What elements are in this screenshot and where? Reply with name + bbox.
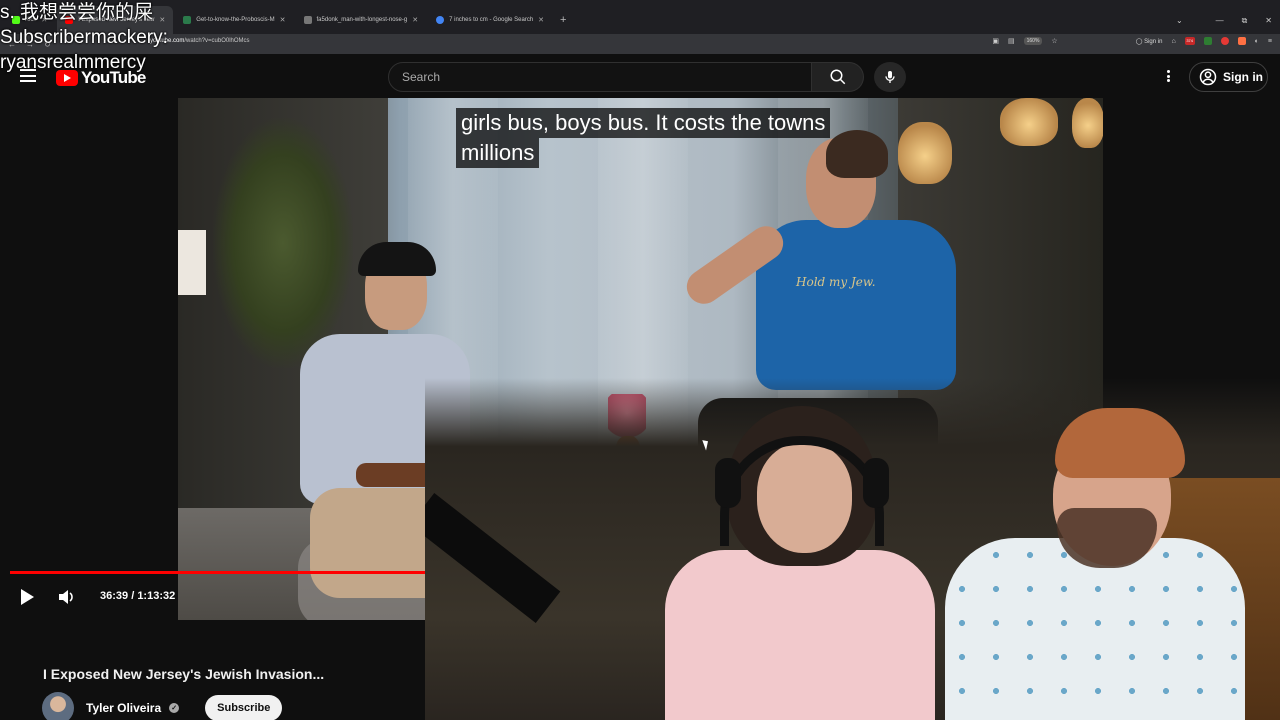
current-time: 36:39 [100,590,129,602]
extension-puzzle-icon[interactable]: ⌂ [1171,38,1175,45]
video-scene-lamp [1072,98,1103,148]
overlay-line: Subscribermackery: [0,27,168,48]
toolbar-right: ▣ ▤ 160% ☆ ◯ Sign in ⌂ 374 ◐ ≡ [992,37,1272,45]
reader-icon[interactable]: ▤ [1008,37,1015,45]
channel-row: Tyler Oliveira ✓ Subscribe [42,692,283,720]
person-shirt [665,550,935,720]
bookmark-star-icon[interactable]: ☆ [1051,37,1057,45]
webcam-overlay [425,378,1280,720]
browser-signin-label: Sign in [1144,38,1163,45]
url-path: /watch?v=cubO0lhOMcs [184,38,250,44]
microphone-icon [885,71,895,83]
tab-label: fa5donk_man-with-longest-nose-g [316,17,408,23]
duration: 1:13:32 [137,590,176,602]
search-bar: Search [388,62,864,92]
browser-toolbar: ← → ↻ youtube.com/watch?v=cubO0lhOMcs ▣ … [0,34,1280,54]
browser-tab-google[interactable]: 7 inches to cm - Google Search ✕ [428,6,552,34]
person-shirt: Hold my Jew. [756,220,956,390]
channel-name[interactable]: Tyler Oliveira [86,701,161,715]
time-separator: / [128,590,138,602]
search-button[interactable] [812,62,864,92]
settings-more-icon[interactable] [1161,68,1175,84]
extension-badge-icon[interactable]: 374 [1184,37,1195,45]
play-icon[interactable] [18,588,36,606]
shirt-text: Hold my Jew. [796,275,876,289]
youtube-header: YouTube Search Sign in [0,54,1280,98]
sign-in-button[interactable]: Sign in [1189,62,1268,92]
tab-search-chevron-icon[interactable]: ⌄ [1176,16,1183,25]
tab-label: Get-to-know-the-Proboscis-M [196,17,275,23]
video-scene-lamp [1000,98,1058,146]
tab-close-icon[interactable]: ✕ [538,16,544,24]
extension-icon[interactable] [1203,37,1212,45]
window-controls: — ⧉ ✕ [1216,16,1272,26]
headphone-cup [715,458,741,508]
browser-tab-proboscis[interactable]: Get-to-know-the-Proboscis-M ✕ [175,6,293,34]
page-favicon-icon [183,16,192,24]
sign-in-label: Sign in [1223,70,1263,84]
verified-check-icon: ✓ [169,703,180,713]
profile-icon[interactable]: ◐ [1255,38,1259,45]
subscribe-button[interactable]: Subscribe [205,695,283,720]
webcam-mic-arm [425,492,561,624]
person-hair [826,130,888,178]
volume-icon[interactable] [56,587,76,607]
caption-line: girls bus, boys bus. It costs the towns [456,108,831,138]
google-favicon-icon [436,16,445,24]
voice-search-button[interactable] [874,62,906,92]
new-tab-button[interactable]: + [554,6,572,34]
person-hair [1055,408,1185,478]
browser-tab-strip: Kick ✕ I Exposed New Jersey's Jew ✕ Get-… [0,0,1280,34]
zoom-level[interactable]: 160% [1023,37,1043,45]
headphone-cup [863,458,889,508]
extension-icon[interactable] [1220,37,1229,45]
person-cap [358,242,436,276]
account-circle-icon [1199,68,1217,86]
video-timecode: 36:39 / 1:13:32 [100,590,175,602]
video-scene-lamp [178,230,206,295]
video-title: I Exposed New Jersey's Jewish Invasion..… [43,666,325,682]
search-icon [830,69,845,85]
restore-icon[interactable]: ⧉ [1242,16,1248,26]
browser-tab-longest-nose[interactable]: fa5donk_man-with-longest-nose-g ✕ [296,6,427,34]
search-input[interactable]: Search [388,62,812,92]
screenshot-icon[interactable]: ▣ [992,37,999,45]
tab-close-icon[interactable]: ✕ [412,16,418,24]
video-caption: girls bus, boys bus. It costs the towns … [456,108,831,168]
page-favicon-icon [303,16,312,24]
close-window-icon[interactable]: ✕ [1265,16,1272,26]
tab-close-icon[interactable]: ✕ [280,16,286,24]
webcam-person-right [945,408,1245,720]
browser-menu-icon[interactable]: ≡ [1268,38,1272,45]
caption-line: millions [456,138,540,168]
stream-text-overlay: s. 我想尝尝你的屎 Subscribermackery: ryansrealm… [0,0,168,75]
minimize-icon[interactable]: — [1216,16,1224,26]
tab-label: 7 inches to cm - Google Search [449,17,534,23]
channel-avatar[interactable] [42,692,74,720]
extension-icon[interactable] [1237,37,1246,45]
browser-signin-button[interactable]: ◯ Sign in [1136,38,1163,45]
overlay-line: s. 我想尝尝你的屎 [0,2,154,23]
overlay-line: ryansrealmmercy [0,52,146,73]
